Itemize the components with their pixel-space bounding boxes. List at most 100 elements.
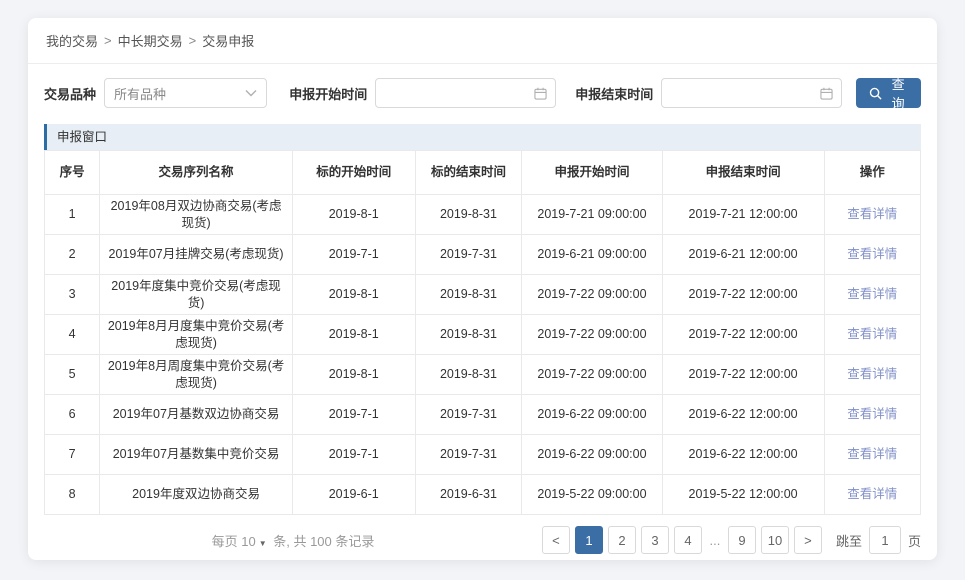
cell-declare-start: 2019-6-22 09:00:00 <box>522 395 662 435</box>
search-button-label: 查询 <box>888 74 908 112</box>
jump-page-unit-label: 页 <box>908 531 921 550</box>
cell-target-end: 2019-8-31 <box>415 195 522 235</box>
cell-declare-end: 2019-6-21 12:00:00 <box>662 235 824 275</box>
declare-end-time-input[interactable] <box>670 86 820 101</box>
view-details-link[interactable]: 查看详情 <box>847 367 897 381</box>
column-header-target-start: 标的开始时间 <box>292 151 415 195</box>
breadcrumb-separator: > <box>104 33 112 48</box>
cell-declare-end: 2019-6-22 12:00:00 <box>662 435 824 475</box>
filter-bar: 交易品种 所有品种 申报开始时间 申报结束时间 查询 <box>28 64 937 120</box>
chevron-down-icon <box>245 89 257 97</box>
cell-target-start: 2019-7-1 <box>292 395 415 435</box>
jump-to-label: 跳至 <box>836 531 862 550</box>
table-row: 1 2019年08月双边协商交易(考虑现货) 2019-8-1 2019-8-3… <box>45 195 921 235</box>
cell-sequence-name: 2019年8月月度集中竞价交易(考虑现货) <box>100 315 293 355</box>
pagination: < 1 2 3 4 ... 9 10 > <box>542 526 822 554</box>
search-icon <box>869 87 882 100</box>
cell-index: 6 <box>45 395 100 435</box>
cell-target-start: 2019-8-1 <box>292 355 415 395</box>
cell-target-end: 2019-8-31 <box>415 315 522 355</box>
calendar-icon[interactable] <box>820 87 833 100</box>
cell-sequence-name: 2019年07月基数双边协商交易 <box>100 395 293 435</box>
product-type-select[interactable]: 所有品种 <box>104 78 267 108</box>
table-row: 2 2019年07月挂牌交易(考虑现货) 2019-7-1 2019-7-31 … <box>45 235 921 275</box>
cell-declare-start: 2019-6-21 09:00:00 <box>522 235 662 275</box>
table-row: 7 2019年07月基数集中竞价交易 2019-7-1 2019-7-31 20… <box>45 435 921 475</box>
declaration-table: 序号 交易序列名称 标的开始时间 标的结束时间 申报开始时间 申报结束时间 操作… <box>44 150 921 515</box>
view-details-link[interactable]: 查看详情 <box>847 327 897 341</box>
page-button-2[interactable]: 2 <box>608 526 636 554</box>
cell-declare-start: 2019-7-22 09:00:00 <box>522 275 662 315</box>
breadcrumb: 我的交易 > 中长期交易 > 交易申报 <box>28 18 937 64</box>
cell-declare-start: 2019-6-22 09:00:00 <box>522 435 662 475</box>
view-details-link[interactable]: 查看详情 <box>847 207 897 221</box>
cell-declare-end: 2019-6-22 12:00:00 <box>662 395 824 435</box>
breadcrumb-item-trade-declaration: 交易申报 <box>202 31 254 50</box>
per-page-prefix: 每页 <box>212 534 238 549</box>
cell-index: 3 <box>45 275 100 315</box>
cell-index: 7 <box>45 435 100 475</box>
table-row: 4 2019年8月月度集中竞价交易(考虑现货) 2019-8-1 2019-8-… <box>45 315 921 355</box>
product-type-label: 交易品种 <box>44 84 96 103</box>
next-page-button[interactable]: > <box>794 526 822 554</box>
records-total-text: 条, 共 100 条记录 <box>273 534 374 549</box>
cell-index: 1 <box>45 195 100 235</box>
breadcrumb-item-my-trades[interactable]: 我的交易 <box>46 31 98 50</box>
cell-target-start: 2019-7-1 <box>292 235 415 275</box>
page-button-1[interactable]: 1 <box>575 526 603 554</box>
view-details-link[interactable]: 查看详情 <box>847 247 897 261</box>
cell-target-end: 2019-7-31 <box>415 435 522 475</box>
prev-page-button[interactable]: < <box>542 526 570 554</box>
page-button-9[interactable]: 9 <box>728 526 756 554</box>
column-header-index: 序号 <box>45 151 100 195</box>
cell-declare-end: 2019-7-22 12:00:00 <box>662 315 824 355</box>
breadcrumb-item-mid-long-term[interactable]: 中长期交易 <box>118 31 183 50</box>
calendar-icon[interactable] <box>534 87 547 100</box>
cell-declare-start: 2019-7-22 09:00:00 <box>522 315 662 355</box>
table-row: 5 2019年8月周度集中竞价交易(考虑现货) 2019-8-1 2019-8-… <box>45 355 921 395</box>
cell-sequence-name: 2019年07月挂牌交易(考虑现货) <box>100 235 293 275</box>
cell-target-start: 2019-7-1 <box>292 435 415 475</box>
cell-declare-end: 2019-7-22 12:00:00 <box>662 355 824 395</box>
cell-declare-end: 2019-7-21 12:00:00 <box>662 195 824 235</box>
cell-sequence-name: 2019年度集中竞价交易(考虑现货) <box>100 275 293 315</box>
cell-index: 4 <box>45 315 100 355</box>
declare-end-time-label: 申报结束时间 <box>575 84 653 103</box>
page-button-3[interactable]: 3 <box>641 526 669 554</box>
cell-target-end: 2019-6-31 <box>415 475 522 515</box>
cell-target-start: 2019-6-1 <box>292 475 415 515</box>
cell-index: 2 <box>45 235 100 275</box>
cell-sequence-name: 2019年8月周度集中竞价交易(考虑现货) <box>100 355 293 395</box>
declare-start-time-field <box>375 78 556 108</box>
page-ellipsis: ... <box>707 526 723 554</box>
view-details-link[interactable]: 查看详情 <box>847 487 897 501</box>
cell-declare-start: 2019-7-22 09:00:00 <box>522 355 662 395</box>
section-title: 申报窗口 <box>57 130 107 144</box>
cell-declare-start: 2019-7-21 09:00:00 <box>522 195 662 235</box>
search-button[interactable]: 查询 <box>856 78 921 108</box>
column-header-actions: 操作 <box>824 151 920 195</box>
dropdown-arrow-icon[interactable]: ▼ <box>259 539 267 548</box>
view-details-link[interactable]: 查看详情 <box>847 407 897 421</box>
per-page-value[interactable]: 10 <box>241 534 255 549</box>
view-details-link[interactable]: 查看详情 <box>847 447 897 461</box>
table-row: 6 2019年07月基数双边协商交易 2019-7-1 2019-7-31 20… <box>45 395 921 435</box>
records-summary: 每页 10 ▼ 条, 共 100 条记录 <box>44 531 542 550</box>
declare-end-time-field <box>661 78 842 108</box>
cell-target-end: 2019-8-31 <box>415 355 522 395</box>
page-button-4[interactable]: 4 <box>674 526 702 554</box>
cell-target-start: 2019-8-1 <box>292 315 415 355</box>
cell-index: 8 <box>45 475 100 515</box>
cell-target-end: 2019-8-31 <box>415 275 522 315</box>
section-header-declaration-window: 申报窗口 <box>44 124 921 150</box>
page-button-10[interactable]: 10 <box>761 526 789 554</box>
breadcrumb-separator: > <box>189 33 197 48</box>
declare-start-time-input[interactable] <box>384 86 534 101</box>
table-row: 8 2019年度双边协商交易 2019-6-1 2019-6-31 2019-5… <box>45 475 921 515</box>
view-details-link[interactable]: 查看详情 <box>847 287 897 301</box>
column-header-declare-end: 申报结束时间 <box>662 151 824 195</box>
table-header-row: 序号 交易序列名称 标的开始时间 标的结束时间 申报开始时间 申报结束时间 操作 <box>45 151 921 195</box>
cell-target-end: 2019-7-31 <box>415 395 522 435</box>
jump-page-input[interactable] <box>869 526 901 554</box>
cell-declare-start: 2019-5-22 09:00:00 <box>522 475 662 515</box>
